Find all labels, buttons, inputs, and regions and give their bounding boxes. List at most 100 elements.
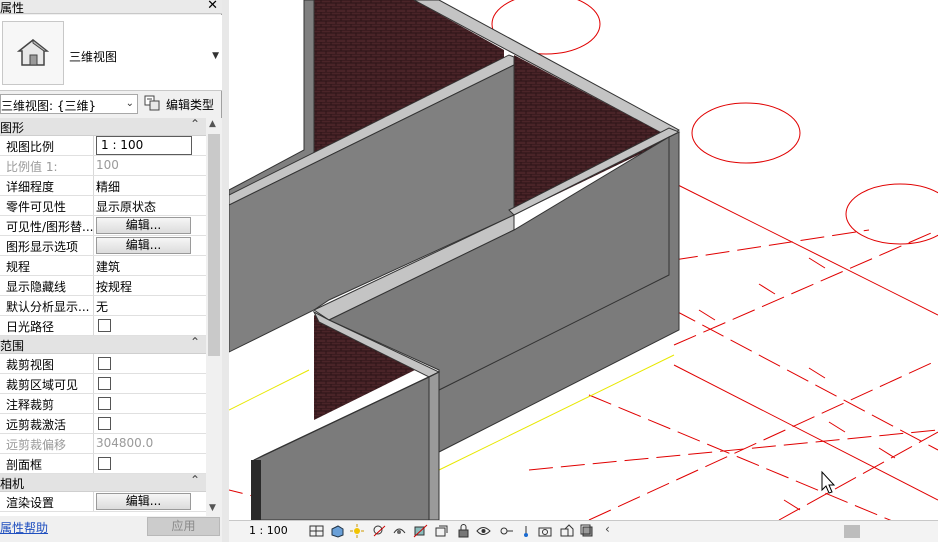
rendering-icon[interactable] — [392, 524, 407, 538]
splitter[interactable] — [222, 0, 229, 542]
section-box-checkbox[interactable] — [98, 457, 111, 470]
far-clip-active-checkbox[interactable] — [98, 417, 111, 430]
properties-footer: 属性帮助 应用 — [0, 516, 222, 542]
property-row: 可见性/图形替... 编辑... — [0, 216, 206, 236]
property-value[interactable]: 建筑 — [96, 256, 206, 275]
group-label: 图形 — [0, 121, 25, 135]
property-value: 100 — [96, 158, 119, 172]
property-name: 注释裁剪 — [0, 394, 94, 413]
property-grid: 图形 ⌃ 视图比例 1 : 100 比例值 1: 100 详细程度 精细 零件可… — [0, 118, 206, 516]
view-scale-input[interactable]: 1 : 100 — [96, 136, 192, 155]
property-name: 裁剪视图 — [0, 354, 94, 373]
property-value: 304800.0 — [96, 436, 154, 450]
property-value[interactable]: 精细 — [96, 176, 206, 195]
analytical-model-icon[interactable] — [538, 524, 553, 538]
visual-style-icon[interactable] — [330, 524, 345, 538]
level-line — [229, 369, 310, 411]
camera-icon[interactable] — [559, 524, 574, 538]
group-camera[interactable]: 相机 ⌃ — [0, 473, 206, 492]
properties-title: 属性 — [0, 1, 25, 15]
temporary-hide-icon[interactable] — [476, 524, 491, 538]
property-row: 远剪裁偏移 304800.0 — [0, 434, 206, 454]
reveal-hidden-icon[interactable] — [499, 524, 514, 538]
chevron-left-icon[interactable]: ‹ — [605, 522, 610, 536]
property-row: 裁剪视图 — [0, 354, 206, 374]
sun-path-checkbox[interactable] — [98, 319, 111, 332]
annotation-crop-checkbox[interactable] — [98, 397, 111, 410]
edit-type-label: 编辑类型 — [166, 98, 215, 112]
property-name: 远剪裁激活 — [0, 414, 94, 433]
type-name: 三维视图 — [69, 50, 118, 64]
revit-window: 属性 ✕ 三维视图 ▼ 三维视图: {三维} ⌄ 编辑类型 图形 ⌃ 视图比例 … — [0, 0, 938, 542]
property-name: 视图比例 — [0, 136, 94, 155]
collapse-icon[interactable]: ⌃ — [190, 335, 200, 349]
property-row: 默认分析显示... 无 — [0, 296, 206, 316]
property-row: 视图比例 1 : 100 — [0, 136, 206, 156]
property-row: 比例值 1: 100 — [0, 156, 206, 176]
property-name: 零件可见性 — [0, 196, 94, 215]
instance-row: 三维视图: {三维} ⌄ 编辑类型 — [0, 92, 222, 116]
property-row: 显示隐藏线 按规程 — [0, 276, 206, 296]
property-name: 裁剪区域可见 — [0, 374, 94, 393]
show-crop-icon[interactable] — [434, 524, 449, 538]
property-name: 远剪裁偏移 — [0, 434, 94, 453]
close-icon[interactable]: ✕ — [207, 0, 218, 13]
property-row: 详细程度 精细 — [0, 176, 206, 196]
properties-titlebar[interactable]: 属性 ✕ — [0, 0, 222, 15]
view-horizontal-scrollbar[interactable] — [619, 525, 924, 538]
scroll-down-icon[interactable]: ▼ — [209, 503, 216, 513]
scroll-up-icon[interactable]: ▲ — [209, 119, 216, 129]
3d-viewport[interactable] — [229, 0, 938, 520]
worksharing-icon[interactable] — [519, 524, 534, 538]
property-name: 图形显示选项 — [0, 236, 94, 255]
edit-button[interactable]: 编辑... — [96, 493, 191, 510]
lock-view-icon[interactable] — [456, 524, 471, 538]
property-name: 渲染设置 — [0, 492, 94, 511]
property-value[interactable]: 无 — [96, 296, 206, 315]
property-row: 剖面框 — [0, 454, 206, 474]
type-selector[interactable]: 三维视图 ▼ — [0, 15, 222, 91]
property-row: 日光路径 — [0, 316, 206, 336]
view-scale-control[interactable]: 1 : 100 — [249, 524, 288, 537]
scroll-thumb[interactable] — [208, 134, 220, 356]
house-3d-view-icon — [17, 38, 49, 66]
group-label: 相机 — [0, 477, 25, 491]
property-row: 注释裁剪 — [0, 394, 206, 414]
highlight-displacement-icon[interactable] — [580, 524, 595, 538]
property-row: 图形显示选项 编辑... — [0, 236, 206, 256]
property-row: 零件可见性 显示原状态 — [0, 196, 206, 216]
property-row: 规程 建筑 — [0, 256, 206, 276]
property-row: 远剪裁激活 — [0, 414, 206, 434]
chevron-down-icon: ⌄ — [125, 98, 134, 109]
property-name: 可见性/图形替... — [0, 216, 94, 235]
properties-help-link[interactable]: 属性帮助 — [0, 519, 48, 536]
property-value[interactable]: 按规程 — [96, 276, 206, 295]
property-value[interactable]: 显示原状态 — [96, 196, 206, 215]
crop-view-checkbox[interactable] — [98, 357, 111, 370]
sun-path-icon[interactable] — [350, 524, 365, 538]
property-name: 详细程度 — [0, 176, 94, 195]
edit-button[interactable]: 编辑... — [96, 237, 191, 254]
chevron-down-icon[interactable]: ▼ — [212, 51, 219, 61]
collapse-icon[interactable]: ⌃ — [190, 118, 200, 131]
mouse-cursor — [821, 470, 836, 494]
property-name: 规程 — [0, 256, 94, 275]
apply-button[interactable]: 应用 — [147, 517, 220, 536]
property-name: 默认分析显示... — [0, 296, 94, 315]
property-scrollbar[interactable]: ▲ ▼ — [206, 118, 222, 516]
instance-filter-select[interactable]: 三维视图: {三维} ⌄ — [0, 94, 138, 114]
view-control-bar: 1 : 100 ‹ — [229, 520, 938, 542]
scroll-thumb[interactable] — [844, 525, 860, 538]
property-name: 显示隐藏线 — [0, 276, 94, 295]
crop-region-visible-checkbox[interactable] — [98, 377, 111, 390]
crop-view-icon[interactable] — [413, 524, 428, 538]
instance-filter-value: 三维视图: {三维} — [1, 99, 97, 113]
edit-button[interactable]: 编辑... — [96, 217, 191, 234]
detail-level-icon[interactable] — [309, 524, 324, 538]
property-row: 渲染设置 编辑... — [0, 492, 206, 512]
shadows-icon[interactable] — [372, 524, 387, 538]
group-extents[interactable]: 范围 ⌃ — [0, 335, 206, 354]
group-graphics[interactable]: 图形 ⌃ — [0, 118, 206, 136]
type-preview — [2, 21, 64, 85]
collapse-icon[interactable]: ⌃ — [190, 473, 200, 487]
